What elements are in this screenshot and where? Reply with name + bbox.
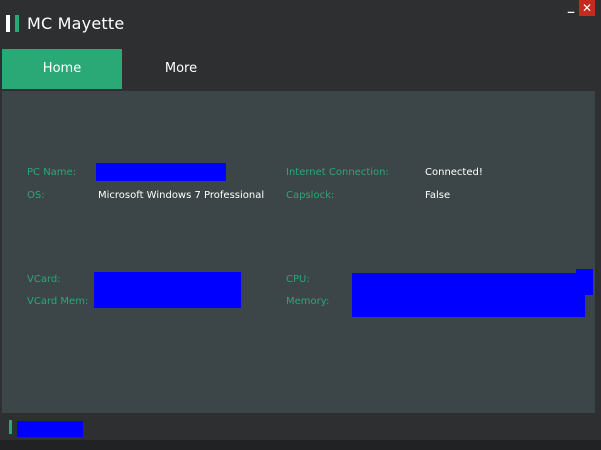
app-title: MC Mayette — [27, 14, 125, 33]
logo-bar-white — [6, 15, 10, 32]
capslock-label: Capslock: — [286, 190, 335, 201]
minimize-button[interactable]: _ — [564, 0, 578, 16]
tab-bar: Home More — [2, 49, 595, 89]
capslock-value: False — [425, 190, 451, 201]
home-panel: PC Name: OS: Microsoft Windows 7 Profess… — [2, 91, 595, 413]
internet-connection-value: Connected! — [425, 167, 483, 178]
cpu-value-redacted — [352, 273, 585, 317]
status-value-redacted — [17, 421, 83, 437]
tab-more[interactable]: More — [122, 49, 240, 89]
cpu-label: CPU: — [286, 274, 310, 285]
close-button[interactable]: ✕ — [579, 0, 595, 16]
vcard-value-redacted — [94, 272, 241, 308]
os-label: OS: — [27, 190, 45, 201]
title-bar[interactable]: MC Mayette _ ✕ — [0, 0, 601, 48]
pc-name-value-redacted — [96, 163, 226, 181]
app-window: MC Mayette _ ✕ Home More PC Name: OS: Mi… — [0, 0, 601, 450]
pc-name-label: PC Name: — [27, 167, 77, 178]
memory-label: Memory: — [286, 296, 330, 307]
internet-connection-label: Internet Connection: — [286, 167, 389, 178]
app-logo-icon — [6, 15, 19, 32]
vcard-mem-label: VCard Mem: — [27, 296, 89, 307]
status-bar — [5, 416, 590, 438]
logo-bar-green — [15, 15, 19, 32]
cpu-value-redacted-overflow — [576, 269, 593, 295]
vcard-label: VCard: — [27, 274, 61, 285]
status-indicator-icon — [9, 420, 12, 434]
os-value: Microsoft Windows 7 Professional — [98, 190, 265, 201]
background-strip — [0, 440, 601, 450]
tab-home[interactable]: Home — [2, 49, 122, 89]
